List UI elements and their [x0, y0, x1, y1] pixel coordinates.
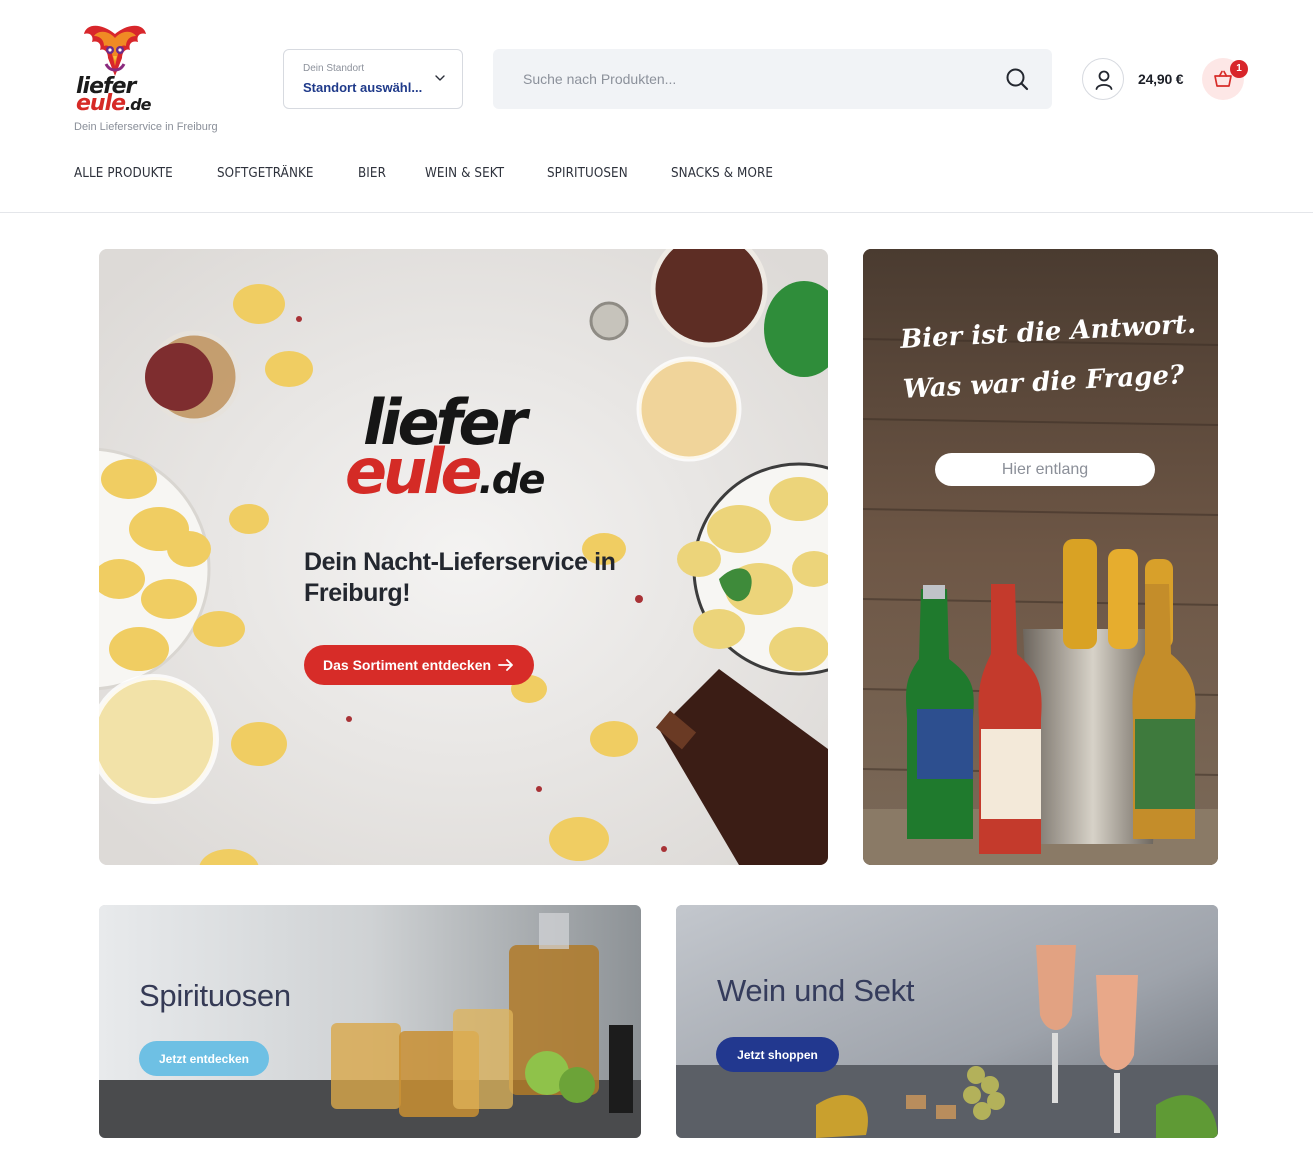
main-nav: ALLE PRODUKTE SOFTGETRÄNKE BIER WEIN & S…: [74, 166, 781, 181]
beer-this-way-button[interactable]: Hier entlang: [935, 453, 1155, 486]
logo-word-suffix: .de: [125, 95, 151, 114]
logo-word-line2: eule.de: [76, 93, 151, 115]
beer-promo-banner: Bier ist die Antwort. Was war die Frage?…: [863, 249, 1218, 865]
wine-background-image: [676, 905, 1218, 1138]
spirits-title: Spirituosen: [139, 978, 291, 1013]
wine-title: Wein und Sekt: [717, 973, 915, 1008]
chevron-down-icon: [435, 75, 445, 81]
discover-assortment-label: Das Sortiment entdecken: [323, 657, 492, 673]
beer-quote: Bier ist die Antwort. Was war die Frage?: [899, 299, 1204, 415]
discover-spirits-button[interactable]: Jetzt entdecken: [139, 1041, 269, 1076]
hero-logo-line2: eule.de: [345, 441, 546, 505]
account-button[interactable]: [1082, 58, 1124, 100]
location-value: Standort auswähl...: [303, 80, 423, 95]
location-label: Dein Standort: [303, 63, 365, 74]
logo-tagline: Dein Lieferservice in Freiburg: [74, 121, 218, 133]
hero-banner: liefer eule.de Dein Nacht-Lieferservice …: [99, 249, 828, 865]
search-icon[interactable]: [1004, 66, 1030, 92]
cart-total: 24,90 €: [1138, 71, 1184, 87]
nav-item-spirituosen[interactable]: SPIRITUOSEN: [547, 166, 628, 181]
hero-title: Dein Nacht-Lieferservice in Freiburg!: [304, 548, 616, 607]
search-bar: [493, 49, 1052, 109]
owl-bird-logo-icon: [84, 25, 146, 76]
nav-item-softgetraenke[interactable]: SOFTGETRÄNKE: [217, 166, 314, 181]
site-logo[interactable]: liefer eule.de Dein Lieferservice in Fre…: [72, 18, 232, 136]
spirits-background-image: [99, 905, 641, 1138]
search-input[interactable]: [523, 49, 993, 109]
site-header: liefer eule.de Dein Lieferservice in Fre…: [0, 0, 1313, 213]
hero-logo: liefer eule.de: [345, 392, 546, 505]
logo-word-eule: eule: [76, 91, 126, 116]
hero-logo-eule: eule: [345, 435, 482, 508]
cart-count-badge: 1: [1230, 60, 1248, 78]
nav-item-snacks-more[interactable]: SNACKS & MORE: [671, 166, 773, 181]
arrow-right-icon: [498, 659, 513, 671]
nav-item-alle-produkte[interactable]: ALLE PRODUKTE: [74, 166, 173, 181]
nav-item-bier[interactable]: BIER: [358, 166, 386, 181]
logo-wordmark: liefer eule.de: [76, 76, 151, 115]
nav-item-wein-sekt[interactable]: WEIN & SEKT: [425, 166, 504, 181]
shop-wine-button[interactable]: Jetzt shoppen: [716, 1037, 839, 1072]
category-tile-wein-sekt[interactable]: Wein und Sekt Jetzt shoppen: [676, 905, 1218, 1138]
category-tile-spirituosen[interactable]: Spirituosen Jetzt entdecken: [99, 905, 641, 1138]
hero-logo-suffix: .de: [478, 457, 546, 503]
location-select[interactable]: Dein Standort Standort auswähl...: [283, 49, 463, 109]
user-icon: [1095, 70, 1113, 90]
discover-assortment-button[interactable]: Das Sortiment entdecken: [304, 645, 534, 685]
